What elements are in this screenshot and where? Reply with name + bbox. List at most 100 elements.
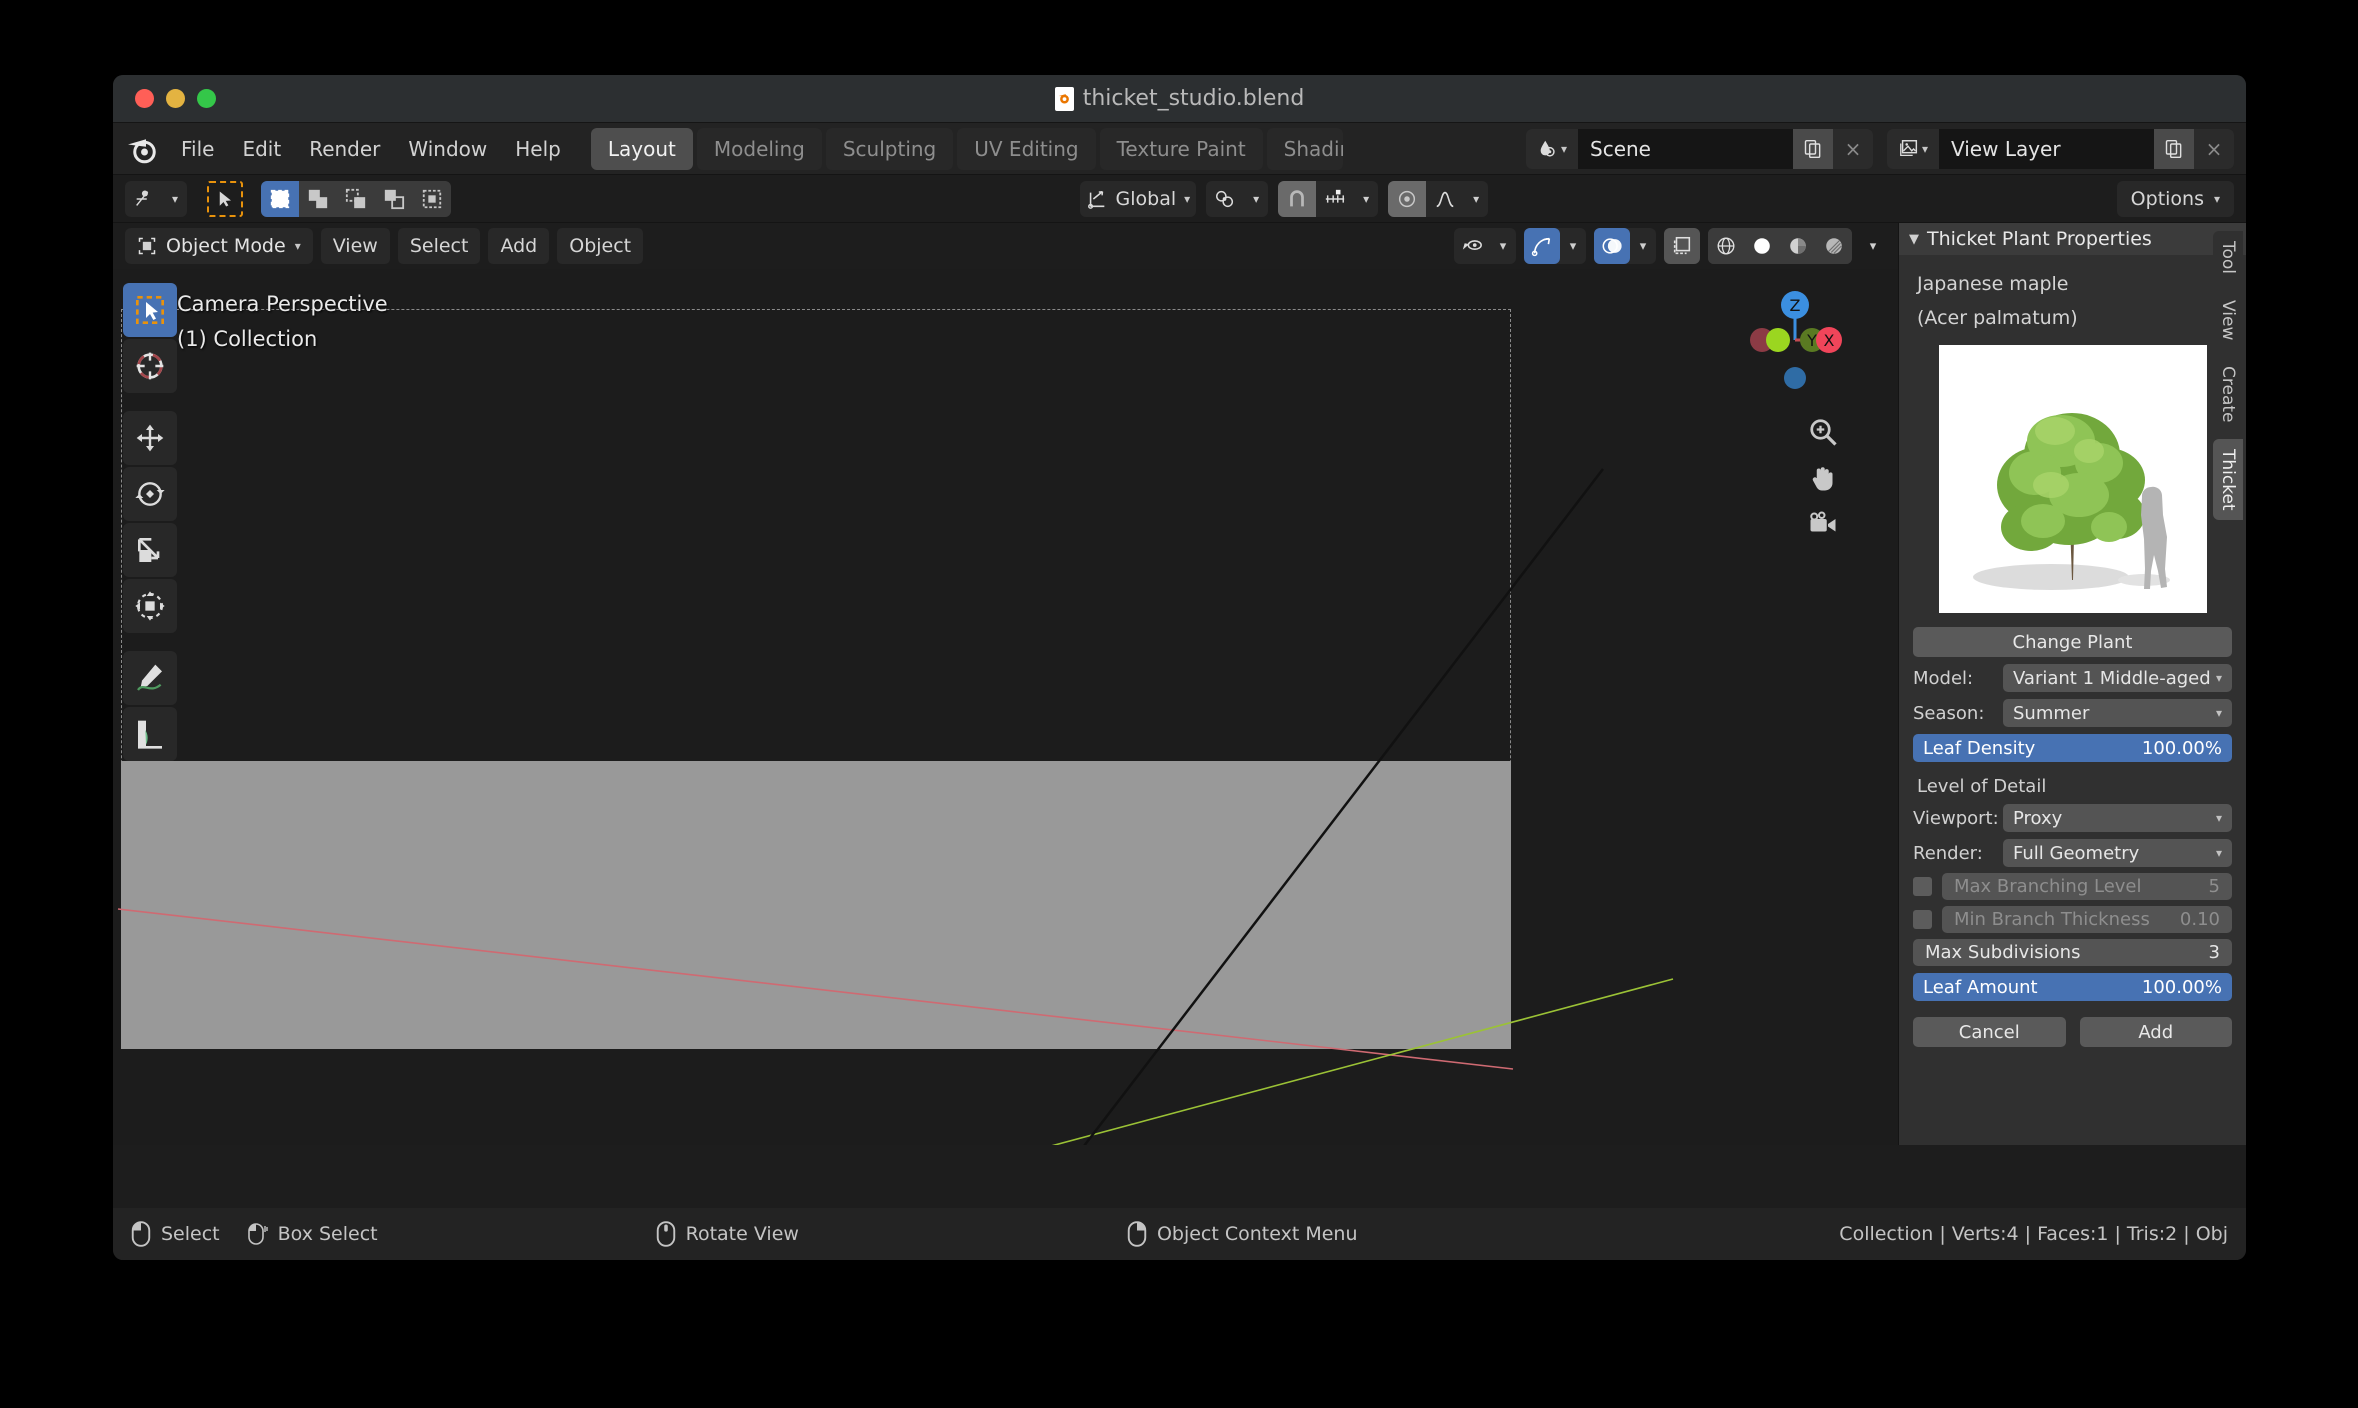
panel-header[interactable]: ▼ Thicket Plant Properties :::: bbox=[1899, 223, 2246, 255]
solid-shading-icon[interactable] bbox=[1744, 228, 1780, 264]
mode-selector[interactable]: Object Mode ▾ bbox=[125, 228, 313, 264]
select-subtract-mode-button[interactable] bbox=[337, 181, 375, 217]
view-layer-name[interactable]: View Layer bbox=[1939, 129, 2154, 169]
navigation-gizmo[interactable]: Z Y X bbox=[1740, 285, 1850, 395]
select-invert-mode-button[interactable] bbox=[375, 181, 413, 217]
tool-cursor-button[interactable] bbox=[123, 339, 177, 393]
sidebar-tab-view[interactable]: View bbox=[2213, 290, 2243, 350]
leaf-density-slider[interactable]: Leaf Density 100.00% bbox=[1913, 734, 2232, 762]
zoom-icon[interactable] bbox=[1808, 417, 1838, 447]
max-subdivisions-field[interactable]: Max Subdivisions 3 bbox=[1913, 939, 2232, 966]
wireframe-shading-icon[interactable] bbox=[1708, 228, 1744, 264]
chevron-down-icon[interactable]: ▾ bbox=[1860, 228, 1886, 264]
chevron-down-icon[interactable]: ▾ bbox=[1244, 192, 1268, 206]
chevron-down-icon[interactable]: ▾ bbox=[1560, 228, 1586, 264]
render-lod-dropdown[interactable]: Full Geometry ▾ bbox=[2003, 839, 2232, 867]
viewport-header-right: ▾ ▾ ▾ bbox=[1454, 228, 1886, 264]
pivot-point-selector[interactable]: ▾ bbox=[1206, 181, 1268, 217]
level-of-detail-label: Level of Detail bbox=[1917, 776, 2232, 797]
menu-edit[interactable]: Edit bbox=[228, 130, 295, 168]
chevron-down-icon[interactable]: ▾ bbox=[1354, 192, 1378, 206]
select-extend-mode-button[interactable] bbox=[299, 181, 337, 217]
viewport-collection-label: (1) Collection bbox=[177, 326, 388, 353]
max-branching-level-field[interactable]: Max Branching Level 5 bbox=[1942, 873, 2232, 900]
select-intersect-mode-button[interactable] bbox=[413, 181, 451, 217]
tab-shading[interactable]: Shading bbox=[1267, 128, 1343, 170]
tool-measure-button[interactable] bbox=[123, 707, 177, 761]
sidebar-tab-tool[interactable]: Tool bbox=[2213, 231, 2243, 284]
sidebar-tab-thicket[interactable]: Thicket bbox=[2213, 439, 2243, 521]
change-plant-button[interactable]: Change Plant bbox=[1913, 627, 2232, 657]
season-dropdown[interactable]: Summer ▾ bbox=[2003, 699, 2232, 727]
view-layer-selector[interactable]: ▾ View Layer × bbox=[1887, 129, 2234, 169]
snap-increment-icon[interactable] bbox=[1316, 181, 1354, 217]
sidebar-tab-create[interactable]: Create bbox=[2213, 356, 2243, 433]
options-button[interactable]: Options ▾ bbox=[2117, 181, 2234, 217]
scene-selector[interactable]: ▾ Scene × bbox=[1526, 129, 1873, 169]
tab-sculpting[interactable]: Sculpting bbox=[826, 128, 953, 170]
tool-transform-button[interactable] bbox=[123, 579, 177, 633]
new-scene-button[interactable] bbox=[1793, 129, 1833, 169]
scene-icon[interactable]: ▾ bbox=[1526, 129, 1578, 169]
menu-render[interactable]: Render bbox=[295, 130, 394, 168]
pan-hand-icon[interactable] bbox=[1808, 463, 1838, 493]
menu-help[interactable]: Help bbox=[501, 130, 575, 168]
max-branching-level-checkbox[interactable] bbox=[1913, 877, 1932, 896]
rendered-shading-icon[interactable] bbox=[1816, 228, 1852, 264]
cursor-arrow-icon[interactable] bbox=[207, 181, 243, 217]
tool-annotate-button[interactable] bbox=[123, 651, 177, 705]
gizmo-icon[interactable] bbox=[1524, 228, 1560, 264]
active-tool-selector[interactable]: ▾ bbox=[125, 181, 187, 217]
triangle-down-icon[interactable]: ▼ bbox=[1909, 232, 1919, 247]
viewport-lod-dropdown[interactable]: Proxy ▾ bbox=[2003, 804, 2232, 832]
camera-view-icon[interactable] bbox=[1808, 509, 1838, 539]
viewport-menu-select[interactable]: Select bbox=[398, 228, 481, 264]
tab-layout[interactable]: Layout bbox=[591, 128, 693, 170]
add-button[interactable]: Add bbox=[2080, 1017, 2233, 1047]
viewport-canvas[interactable]: Camera Perspective (1) Collection bbox=[113, 269, 1898, 1145]
tree-preview-image[interactable] bbox=[1939, 345, 2207, 613]
leaf-amount-slider[interactable]: Leaf Amount 100.00% bbox=[1913, 973, 2232, 1001]
viewport-menu-add[interactable]: Add bbox=[488, 228, 549, 264]
min-branch-thickness-checkbox[interactable] bbox=[1913, 910, 1932, 929]
new-view-layer-button[interactable] bbox=[2154, 129, 2194, 169]
proportional-edit-icon[interactable] bbox=[1388, 181, 1426, 217]
pivot-point-icon[interactable] bbox=[1206, 181, 1244, 217]
tool-move-button[interactable] bbox=[123, 411, 177, 465]
chevron-down-icon[interactable]: ▾ bbox=[1630, 228, 1656, 264]
model-dropdown[interactable]: Variant 1 Middle-aged ▾ bbox=[2003, 664, 2232, 692]
visibility-eye-icon[interactable] bbox=[1454, 228, 1490, 264]
status-box-select-item: Box Select bbox=[248, 1221, 378, 1247]
min-branch-thickness-field[interactable]: Min Branch Thickness 0.10 bbox=[1942, 906, 2232, 933]
scene-name[interactable]: Scene bbox=[1578, 129, 1793, 169]
viewport-lod-label: Viewport: bbox=[1913, 808, 1997, 829]
view-layer-icon[interactable]: ▾ bbox=[1887, 129, 1939, 169]
select-set-mode-button[interactable] bbox=[261, 181, 299, 217]
viewport-menu-view[interactable]: View bbox=[321, 228, 390, 264]
menu-window[interactable]: Window bbox=[394, 130, 501, 168]
tab-modeling[interactable]: Modeling bbox=[697, 128, 822, 170]
overlays-icon[interactable] bbox=[1594, 228, 1630, 264]
panel-footer-buttons: Cancel Add bbox=[1913, 1017, 2232, 1047]
tool-tweak-button[interactable] bbox=[123, 283, 177, 337]
material-preview-shading-icon[interactable] bbox=[1780, 228, 1816, 264]
tool-rotate-button[interactable] bbox=[123, 467, 177, 521]
remove-view-layer-button[interactable]: × bbox=[2194, 129, 2234, 169]
tab-uv-editing[interactable]: UV Editing bbox=[957, 128, 1095, 170]
viewport-menu-object[interactable]: Object bbox=[557, 228, 643, 264]
snap-magnet-icon[interactable] bbox=[1278, 181, 1316, 217]
xray-icon[interactable] bbox=[1664, 228, 1700, 264]
tweak-tool-icon[interactable] bbox=[125, 181, 163, 217]
menu-file[interactable]: File bbox=[167, 130, 228, 168]
cancel-button[interactable]: Cancel bbox=[1913, 1017, 2066, 1047]
remove-scene-button[interactable]: × bbox=[1833, 129, 1873, 169]
transform-orientation-selector[interactable]: Global ▾ bbox=[1080, 181, 1197, 217]
chevron-down-icon[interactable]: ▾ bbox=[1490, 228, 1516, 264]
tab-texture-paint[interactable]: Texture Paint bbox=[1100, 128, 1263, 170]
tool-scale-button[interactable] bbox=[123, 523, 177, 577]
chevron-down-icon[interactable]: ▾ bbox=[1464, 192, 1488, 206]
chevron-down-icon[interactable]: ▾ bbox=[163, 192, 187, 206]
min-branch-thickness-label: Min Branch Thickness bbox=[1954, 909, 2150, 930]
smooth-falloff-icon[interactable] bbox=[1426, 181, 1464, 217]
blender-logo-icon[interactable] bbox=[125, 131, 161, 167]
